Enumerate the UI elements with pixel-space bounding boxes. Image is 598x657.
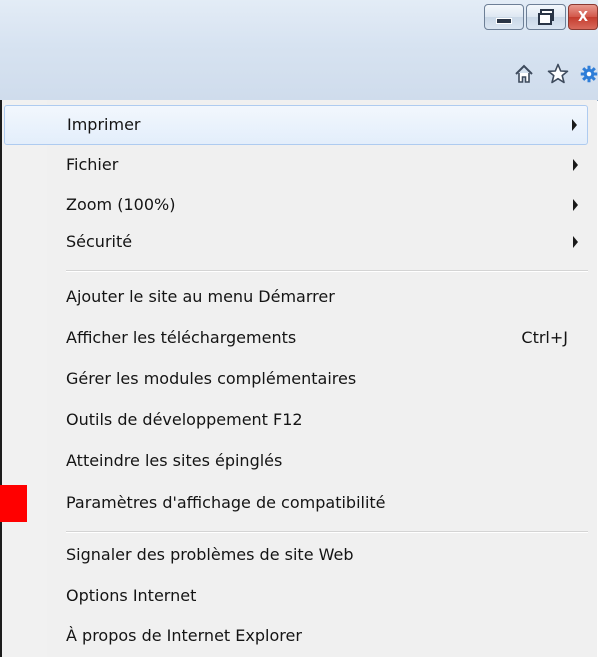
close-icon: X <box>577 9 589 25</box>
menu-item-outils-developpement[interactable]: Outils de développement F12 <box>2 400 588 440</box>
menu-item-sites-epingles[interactable]: Atteindre les sites épinglés <box>2 441 588 481</box>
restore-icon <box>538 9 554 25</box>
tools-menu: Imprimer Fichier Zoom (100%) Sécurité Aj… <box>0 100 597 657</box>
command-toolbar <box>512 62 598 86</box>
menu-item-label: Signaler des problèmes de site Web <box>66 545 354 564</box>
menu-item-label: Zoom (100%) <box>66 195 176 214</box>
close-button[interactable]: X <box>568 4 598 30</box>
menu-item-label: Options Internet <box>66 586 197 605</box>
menu-item-fichier[interactable]: Fichier <box>2 145 588 185</box>
menu-separator <box>66 531 588 533</box>
restore-button[interactable] <box>526 4 566 30</box>
menu-separator <box>66 270 588 272</box>
menu-item-label: Sécurité <box>66 232 133 251</box>
minimize-icon <box>496 18 512 24</box>
window-titlebar: X <box>0 0 598 101</box>
menu-item-imprimer[interactable]: Imprimer <box>4 105 588 145</box>
menu-item-a-propos[interactable]: À propos de Internet Explorer <box>2 616 588 656</box>
menu-item-options-internet[interactable]: Options Internet <box>2 576 588 616</box>
minimize-button[interactable] <box>484 4 524 30</box>
caption-buttons: X <box>484 4 598 30</box>
menu-item-parametres-compatibilite[interactable]: Paramètres d'affichage de compatibilité <box>2 483 588 523</box>
menu-item-zoom[interactable]: Zoom (100%) <box>2 185 588 225</box>
menu-item-label: Atteindre les sites épinglés <box>66 451 283 470</box>
menu-item-signaler-problemes[interactable]: Signaler des problèmes de site Web <box>2 535 588 575</box>
submenu-arrow-icon <box>573 199 578 211</box>
menu-item-ajouter-site-demarrer[interactable]: Ajouter le site au menu Démarrer <box>2 277 588 317</box>
tools-gear-icon[interactable] <box>580 62 598 86</box>
red-highlight-marker <box>0 485 27 522</box>
menu-item-label: À propos de Internet Explorer <box>66 626 302 645</box>
submenu-arrow-icon <box>572 119 577 131</box>
home-icon[interactable] <box>512 62 536 86</box>
menu-item-label: Outils de développement F12 <box>66 410 303 429</box>
menu-item-label: Gérer les modules complémentaires <box>66 369 357 388</box>
submenu-arrow-icon <box>573 159 578 171</box>
menu-item-afficher-telechargements[interactable]: Afficher les téléchargements Ctrl+J <box>2 318 588 358</box>
submenu-arrow-icon <box>573 236 578 248</box>
menu-item-securite[interactable]: Sécurité <box>2 222 588 262</box>
menu-item-label: Afficher les téléchargements <box>66 328 297 347</box>
menu-item-label: Ajouter le site au menu Démarrer <box>66 287 335 306</box>
menu-item-label: Imprimer <box>67 115 141 134</box>
menu-item-label: Fichier <box>66 155 119 174</box>
favorites-star-icon[interactable] <box>546 62 570 86</box>
menu-item-gerer-modules[interactable]: Gérer les modules complémentaires <box>2 359 588 399</box>
menu-item-shortcut: Ctrl+J <box>521 328 568 347</box>
menu-item-label: Paramètres d'affichage de compatibilité <box>66 493 386 512</box>
